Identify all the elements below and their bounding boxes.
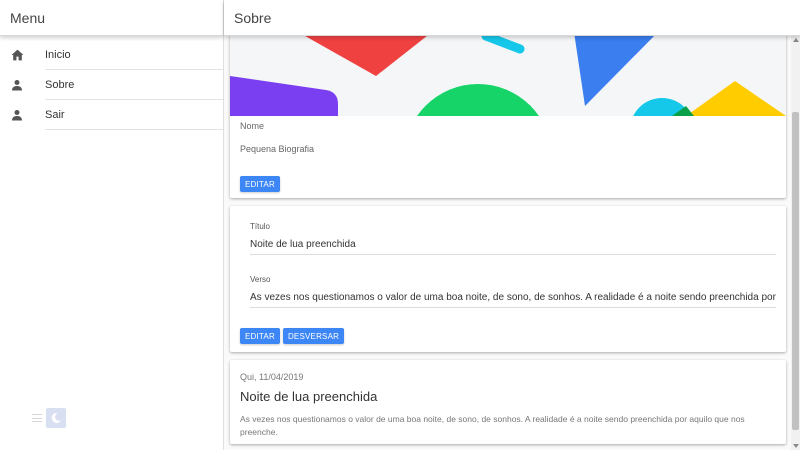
theme-toggle-button[interactable] bbox=[46, 408, 66, 428]
post-date: Qui, 11/04/2019 bbox=[240, 372, 304, 382]
person-icon bbox=[0, 79, 34, 91]
scroll-down-arrow-icon[interactable] bbox=[793, 444, 799, 448]
sidebar-item-inicio[interactable]: Inicio bbox=[0, 40, 223, 70]
edit-profile-button[interactable]: EDITAR bbox=[240, 176, 280, 192]
theme-controls bbox=[32, 408, 66, 428]
title-field-label: Título bbox=[250, 222, 271, 231]
post-card: Qui, 11/04/2019 Noite de lua preenchida … bbox=[230, 360, 786, 444]
profile-bio-label: Pequena Biografia bbox=[240, 144, 315, 154]
sidebar-item-sair[interactable]: Sair bbox=[0, 100, 223, 130]
sidebar-nav: Inicio Sobre Sair bbox=[0, 40, 223, 130]
verse-field-label: Verso bbox=[250, 275, 271, 284]
scrollbar[interactable] bbox=[791, 36, 800, 450]
sidebar-item-label: Sobre bbox=[45, 70, 223, 100]
verse-form-card: Título Verso EDITAR DESVERSAR bbox=[230, 206, 786, 352]
form-actions: EDITAR DESVERSAR bbox=[240, 328, 345, 344]
list-icon bbox=[32, 414, 42, 422]
post-title: Noite de lua preenchida bbox=[240, 389, 378, 404]
profile-banner-image bbox=[230, 36, 786, 116]
home-icon bbox=[0, 49, 34, 61]
person-icon bbox=[0, 109, 34, 121]
sidebar-title: Menu bbox=[0, 0, 223, 36]
title-input[interactable] bbox=[250, 235, 776, 255]
sidebar-item-label: Sair bbox=[45, 100, 223, 130]
dismiss-verse-button[interactable]: DESVERSAR bbox=[282, 328, 345, 344]
profile-card: Nome Pequena Biografia EDITAR bbox=[230, 36, 786, 198]
edit-verse-button[interactable]: EDITAR bbox=[240, 328, 280, 344]
scroll-up-arrow-icon[interactable] bbox=[793, 38, 799, 42]
post-text: As vezes nos questionamos o valor de uma… bbox=[240, 414, 745, 438]
page-title: Sobre bbox=[224, 0, 800, 36]
sidebar-item-label: Inicio bbox=[45, 40, 223, 70]
moon-icon bbox=[51, 412, 61, 423]
sidebar: Menu Inicio Sobre Sair bbox=[0, 0, 224, 450]
sidebar-item-sobre[interactable]: Sobre bbox=[0, 70, 223, 100]
verse-input[interactable] bbox=[250, 288, 776, 308]
scrollbar-thumb[interactable] bbox=[792, 112, 799, 430]
main-content: Nome Pequena Biografia EDITAR Título Ver… bbox=[224, 36, 800, 450]
profile-name-label: Nome bbox=[240, 121, 265, 131]
